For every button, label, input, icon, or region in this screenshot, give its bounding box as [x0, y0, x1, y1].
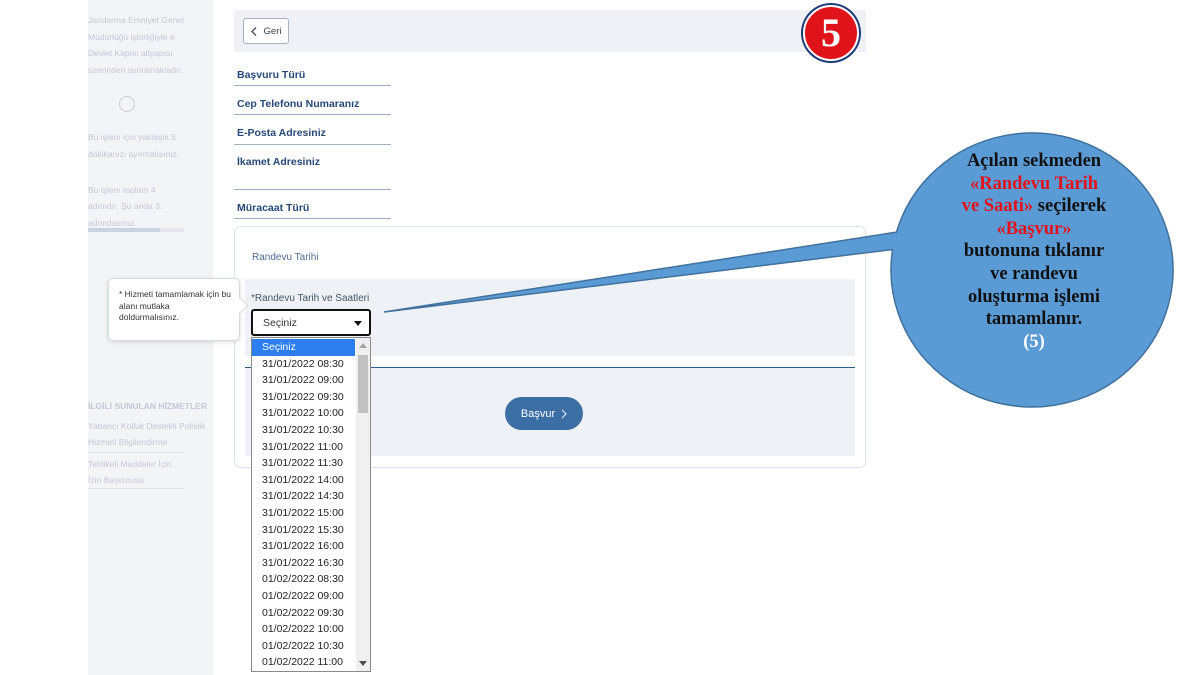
callout-line: ve Saati» seçilerek: [928, 195, 1140, 218]
callout-text-part: seçilerek: [1033, 196, 1107, 217]
callout-highlight: ve Saati»: [961, 196, 1034, 217]
callout-line: (5): [1023, 331, 1045, 352]
callout-line: ve randevu: [990, 263, 1078, 284]
callout-line: oluşturma işlemi: [967, 286, 1101, 307]
callout-line: «Randevu Tarih: [969, 173, 1098, 194]
callout-line: «Başvur»: [996, 218, 1072, 239]
instruction-callout-text: Açılan sekmeden «Randevu Tarih ve Saati»…: [928, 150, 1140, 353]
callout-line: tamamlanır.: [985, 309, 1083, 330]
callout-line: butonuna tıklanır: [963, 241, 1105, 262]
callout-line: Açılan sekmeden: [966, 151, 1102, 171]
